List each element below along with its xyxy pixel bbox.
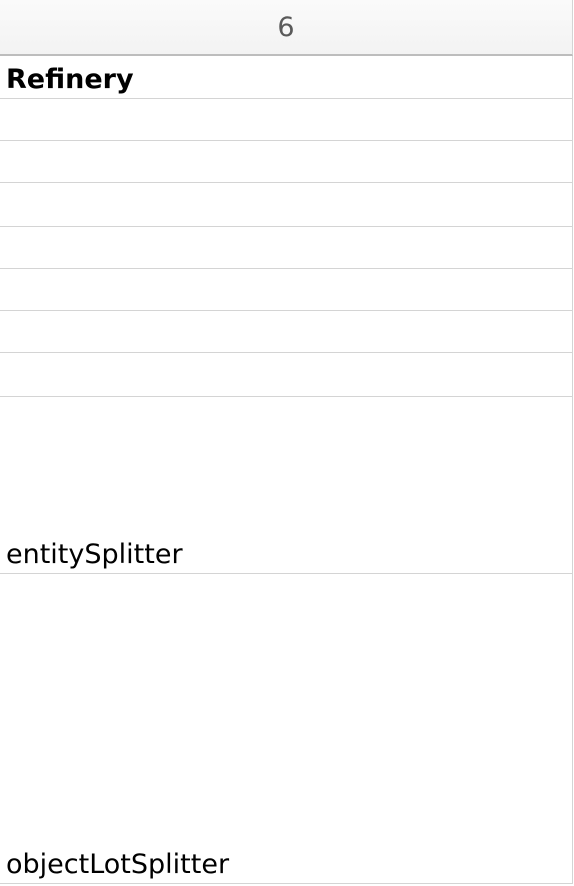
- cell-row-2[interactable]: [0, 99, 573, 141]
- column-header-6[interactable]: 6: [0, 0, 573, 56]
- cell-text: entitySplitter: [6, 539, 183, 570]
- cell-row-9[interactable]: entitySplitter: [0, 397, 573, 574]
- column-header-label: 6: [277, 11, 295, 43]
- cell-row-8[interactable]: [0, 353, 573, 397]
- cell-row-6[interactable]: [0, 269, 573, 311]
- cell-row-4[interactable]: [0, 183, 573, 227]
- cell-row-10[interactable]: objectLotSplitter: [0, 574, 573, 884]
- cell-row-3[interactable]: [0, 141, 573, 183]
- spreadsheet-grid: 6 Refinery entitySplitter objectLotSplit…: [0, 0, 574, 886]
- cell-text: Refinery: [6, 64, 134, 95]
- cell-row-5[interactable]: [0, 227, 573, 269]
- cell-text: objectLotSplitter: [6, 849, 230, 880]
- cell-row-1[interactable]: Refinery: [0, 56, 573, 99]
- cell-row-7[interactable]: [0, 311, 573, 353]
